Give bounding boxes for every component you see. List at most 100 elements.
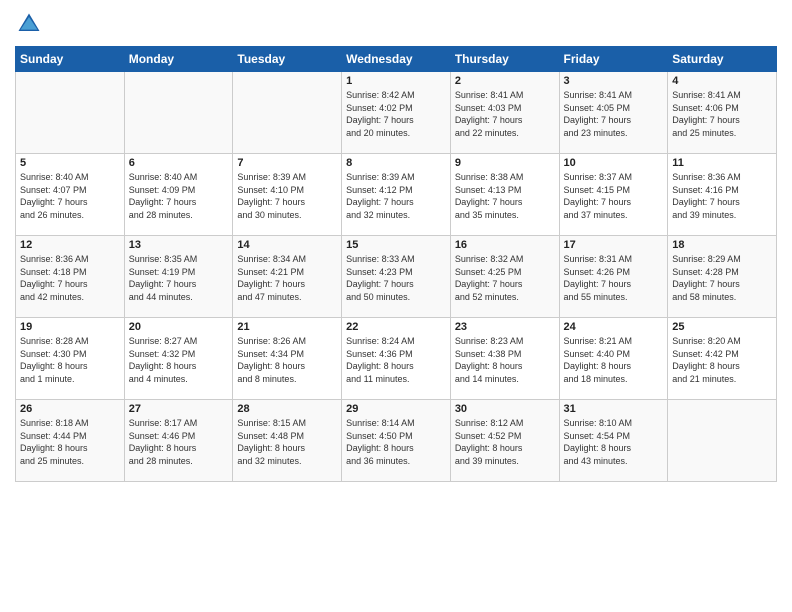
- day-info: Sunrise: 8:17 AM Sunset: 4:46 PM Dayligh…: [129, 417, 229, 467]
- calendar-page: SundayMondayTuesdayWednesdayThursdayFrid…: [0, 0, 792, 612]
- day-info: Sunrise: 8:37 AM Sunset: 4:15 PM Dayligh…: [564, 171, 664, 221]
- day-info: Sunrise: 8:21 AM Sunset: 4:40 PM Dayligh…: [564, 335, 664, 385]
- day-cell: 28 Sunrise: 8:15 AM Sunset: 4:48 PM Dayli…: [233, 400, 342, 482]
- day-info: Sunrise: 8:20 AM Sunset: 4:42 PM Dayligh…: [672, 335, 772, 385]
- day-info: Sunrise: 8:42 AM Sunset: 4:02 PM Dayligh…: [346, 89, 446, 139]
- day-cell: 4 Sunrise: 8:41 AM Sunset: 4:06 PM Daylig…: [668, 72, 777, 154]
- header: [15, 10, 777, 38]
- day-number: 27: [129, 403, 229, 415]
- day-cell: 15 Sunrise: 8:33 AM Sunset: 4:23 PM Dayli…: [342, 236, 451, 318]
- day-cell: 19 Sunrise: 8:28 AM Sunset: 4:30 PM Dayli…: [16, 318, 125, 400]
- day-cell: 7 Sunrise: 8:39 AM Sunset: 4:10 PM Daylig…: [233, 154, 342, 236]
- day-number: 19: [20, 321, 120, 333]
- day-number: 24: [564, 321, 664, 333]
- day-info: Sunrise: 8:34 AM Sunset: 4:21 PM Dayligh…: [237, 253, 337, 303]
- day-number: 5: [20, 157, 120, 169]
- day-number: 4: [672, 75, 772, 87]
- day-cell: 30Sunrise: 8:12 AM Sunset: 4:52 PM Dayli…: [450, 400, 559, 482]
- day-number: 20: [129, 321, 229, 333]
- day-cell: 6 Sunrise: 8:40 AM Sunset: 4:09 PM Daylig…: [124, 154, 233, 236]
- day-info: Sunrise: 8:18 AM Sunset: 4:44 PM Dayligh…: [20, 417, 120, 467]
- day-number: 12: [20, 239, 120, 251]
- day-number: 10: [564, 157, 664, 169]
- day-cell: 29 Sunrise: 8:14 AM Sunset: 4:50 PM Dayli…: [342, 400, 451, 482]
- day-info: Sunrise: 8:39 AM Sunset: 4:12 PM Dayligh…: [346, 171, 446, 221]
- day-cell: 21 Sunrise: 8:26 AM Sunset: 4:34 PM Dayli…: [233, 318, 342, 400]
- header-cell-monday: Monday: [124, 47, 233, 72]
- day-cell: 12Sunrise: 8:36 AM Sunset: 4:18 PM Dayli…: [16, 236, 125, 318]
- header-cell-thursday: Thursday: [450, 47, 559, 72]
- day-info: Sunrise: 8:32 AM Sunset: 4:25 PM Dayligh…: [455, 253, 555, 303]
- week-row-2: 5Sunrise: 8:40 AM Sunset: 4:07 PM Daylig…: [16, 154, 777, 236]
- day-cell: 5Sunrise: 8:40 AM Sunset: 4:07 PM Daylig…: [16, 154, 125, 236]
- day-cell: 1 Sunrise: 8:42 AM Sunset: 4:02 PM Daylig…: [342, 72, 451, 154]
- calendar-table: SundayMondayTuesdayWednesdayThursdayFrid…: [15, 46, 777, 482]
- day-number: 3: [564, 75, 664, 87]
- day-info: Sunrise: 8:33 AM Sunset: 4:23 PM Dayligh…: [346, 253, 446, 303]
- day-number: 29: [346, 403, 446, 415]
- day-cell: 24 Sunrise: 8:21 AM Sunset: 4:40 PM Dayli…: [559, 318, 668, 400]
- day-number: 6: [129, 157, 229, 169]
- day-cell: 22 Sunrise: 8:24 AM Sunset: 4:36 PM Dayli…: [342, 318, 451, 400]
- day-info: Sunrise: 8:31 AM Sunset: 4:26 PM Dayligh…: [564, 253, 664, 303]
- day-cell: 13 Sunrise: 8:35 AM Sunset: 4:19 PM Dayli…: [124, 236, 233, 318]
- day-number: 30: [455, 403, 555, 415]
- day-info: Sunrise: 8:35 AM Sunset: 4:19 PM Dayligh…: [129, 253, 229, 303]
- calendar-header: SundayMondayTuesdayWednesdayThursdayFrid…: [16, 47, 777, 72]
- logo-icon: [15, 10, 43, 38]
- day-cell: 16Sunrise: 8:32 AM Sunset: 4:25 PM Dayli…: [450, 236, 559, 318]
- day-cell: 18 Sunrise: 8:29 AM Sunset: 4:28 PM Dayli…: [668, 236, 777, 318]
- day-cell: [668, 400, 777, 482]
- day-cell: 2Sunrise: 8:41 AM Sunset: 4:03 PM Daylig…: [450, 72, 559, 154]
- day-info: Sunrise: 8:29 AM Sunset: 4:28 PM Dayligh…: [672, 253, 772, 303]
- week-row-1: 1 Sunrise: 8:42 AM Sunset: 4:02 PM Daylig…: [16, 72, 777, 154]
- day-number: 7: [237, 157, 337, 169]
- day-info: Sunrise: 8:39 AM Sunset: 4:10 PM Dayligh…: [237, 171, 337, 221]
- day-info: Sunrise: 8:15 AM Sunset: 4:48 PM Dayligh…: [237, 417, 337, 467]
- day-cell: 27 Sunrise: 8:17 AM Sunset: 4:46 PM Dayli…: [124, 400, 233, 482]
- day-info: Sunrise: 8:24 AM Sunset: 4:36 PM Dayligh…: [346, 335, 446, 385]
- day-info: Sunrise: 8:40 AM Sunset: 4:09 PM Dayligh…: [129, 171, 229, 221]
- day-info: Sunrise: 8:41 AM Sunset: 4:06 PM Dayligh…: [672, 89, 772, 139]
- day-cell: [233, 72, 342, 154]
- day-number: 2: [455, 75, 555, 87]
- calendar-body: 1 Sunrise: 8:42 AM Sunset: 4:02 PM Daylig…: [16, 72, 777, 482]
- day-info: Sunrise: 8:23 AM Sunset: 4:38 PM Dayligh…: [455, 335, 555, 385]
- day-cell: 3 Sunrise: 8:41 AM Sunset: 4:05 PM Daylig…: [559, 72, 668, 154]
- day-cell: 23 Sunrise: 8:23 AM Sunset: 4:38 PM Dayli…: [450, 318, 559, 400]
- header-cell-saturday: Saturday: [668, 47, 777, 72]
- header-row: SundayMondayTuesdayWednesdayThursdayFrid…: [16, 47, 777, 72]
- day-cell: 31 Sunrise: 8:10 AM Sunset: 4:54 PM Dayli…: [559, 400, 668, 482]
- day-cell: 14 Sunrise: 8:34 AM Sunset: 4:21 PM Dayli…: [233, 236, 342, 318]
- day-number: 13: [129, 239, 229, 251]
- day-info: Sunrise: 8:14 AM Sunset: 4:50 PM Dayligh…: [346, 417, 446, 467]
- logo: [15, 10, 47, 38]
- day-number: 18: [672, 239, 772, 251]
- week-row-5: 26 Sunrise: 8:18 AM Sunset: 4:44 PM Dayli…: [16, 400, 777, 482]
- day-number: 15: [346, 239, 446, 251]
- day-number: 26: [20, 403, 120, 415]
- day-info: Sunrise: 8:28 AM Sunset: 4:30 PM Dayligh…: [20, 335, 120, 385]
- day-number: 25: [672, 321, 772, 333]
- day-info: Sunrise: 8:10 AM Sunset: 4:54 PM Dayligh…: [564, 417, 664, 467]
- day-number: 11: [672, 157, 772, 169]
- day-number: 8: [346, 157, 446, 169]
- day-number: 28: [237, 403, 337, 415]
- day-info: Sunrise: 8:41 AM Sunset: 4:05 PM Dayligh…: [564, 89, 664, 139]
- day-number: 23: [455, 321, 555, 333]
- day-number: 31: [564, 403, 664, 415]
- day-number: 22: [346, 321, 446, 333]
- day-number: 17: [564, 239, 664, 251]
- day-number: 14: [237, 239, 337, 251]
- day-number: 9: [455, 157, 555, 169]
- day-info: Sunrise: 8:26 AM Sunset: 4:34 PM Dayligh…: [237, 335, 337, 385]
- header-cell-sunday: Sunday: [16, 47, 125, 72]
- day-number: 21: [237, 321, 337, 333]
- day-cell: 11Sunrise: 8:36 AM Sunset: 4:16 PM Dayli…: [668, 154, 777, 236]
- day-info: Sunrise: 8:27 AM Sunset: 4:32 PM Dayligh…: [129, 335, 229, 385]
- day-cell: 8 Sunrise: 8:39 AM Sunset: 4:12 PM Daylig…: [342, 154, 451, 236]
- header-cell-wednesday: Wednesday: [342, 47, 451, 72]
- day-cell: [124, 72, 233, 154]
- day-number: 1: [346, 75, 446, 87]
- day-cell: 20 Sunrise: 8:27 AM Sunset: 4:32 PM Dayli…: [124, 318, 233, 400]
